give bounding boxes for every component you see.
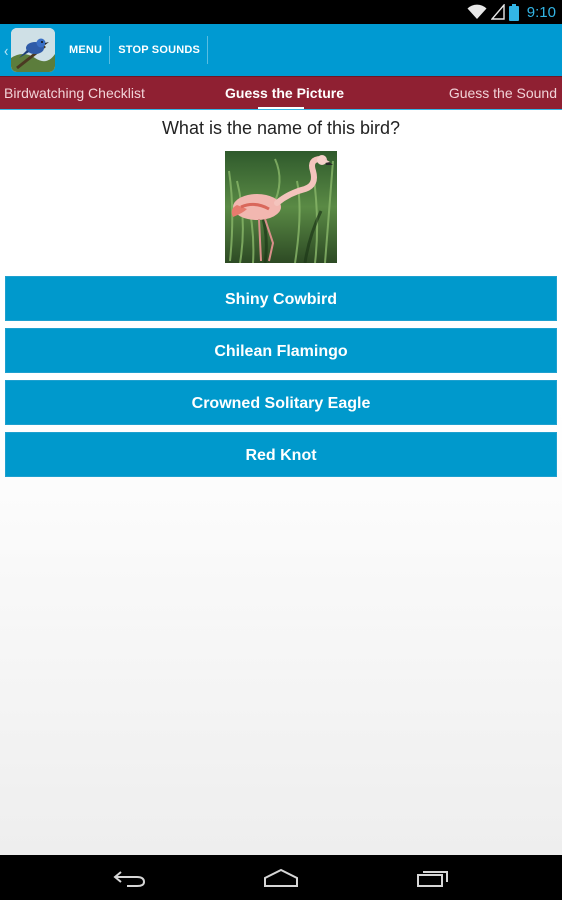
answer-button-crowned-solitary-eagle[interactable]: Crowned Solitary Eagle [5, 380, 557, 425]
flamingo-photo [225, 151, 337, 263]
tab-guess-the-picture[interactable]: Guess the Picture [225, 77, 344, 110]
wifi-icon [467, 4, 487, 20]
quiz-content: What is the name of this bird? Shiny Cow… [0, 110, 562, 855]
chevron-left-icon[interactable]: ‹ [1, 41, 11, 60]
status-bar: 9:10 [0, 0, 562, 24]
navigation-bar [0, 855, 562, 900]
status-time: 9:10 [526, 3, 556, 21]
back-icon[interactable] [100, 855, 160, 900]
tab-guess-the-sound[interactable]: Guess the Sound [449, 77, 557, 110]
battery-icon [508, 3, 519, 21]
quiz-question: What is the name of this bird? [161, 118, 401, 138]
answer-button-chilean-flamingo[interactable]: Chilean Flamingo [5, 328, 557, 373]
tab-strip: Birdwatching Checklist Guess the Picture… [0, 76, 562, 111]
answer-button-red-knot[interactable]: Red Knot [5, 432, 557, 477]
answer-button-shiny-cowbird[interactable]: Shiny Cowbird [5, 276, 557, 321]
action-bar: ‹ MENU STOP SOUNDS [0, 24, 562, 76]
stop-sounds-button[interactable]: STOP SOUNDS [110, 24, 208, 76]
home-icon[interactable] [251, 855, 311, 900]
signal-icon [490, 4, 505, 20]
tab-birdwatching-checklist[interactable]: Birdwatching Checklist [4, 77, 145, 110]
menu-button[interactable]: MENU [61, 24, 111, 76]
bird-app-icon[interactable] [11, 28, 55, 72]
recent-apps-icon[interactable] [403, 855, 463, 900]
